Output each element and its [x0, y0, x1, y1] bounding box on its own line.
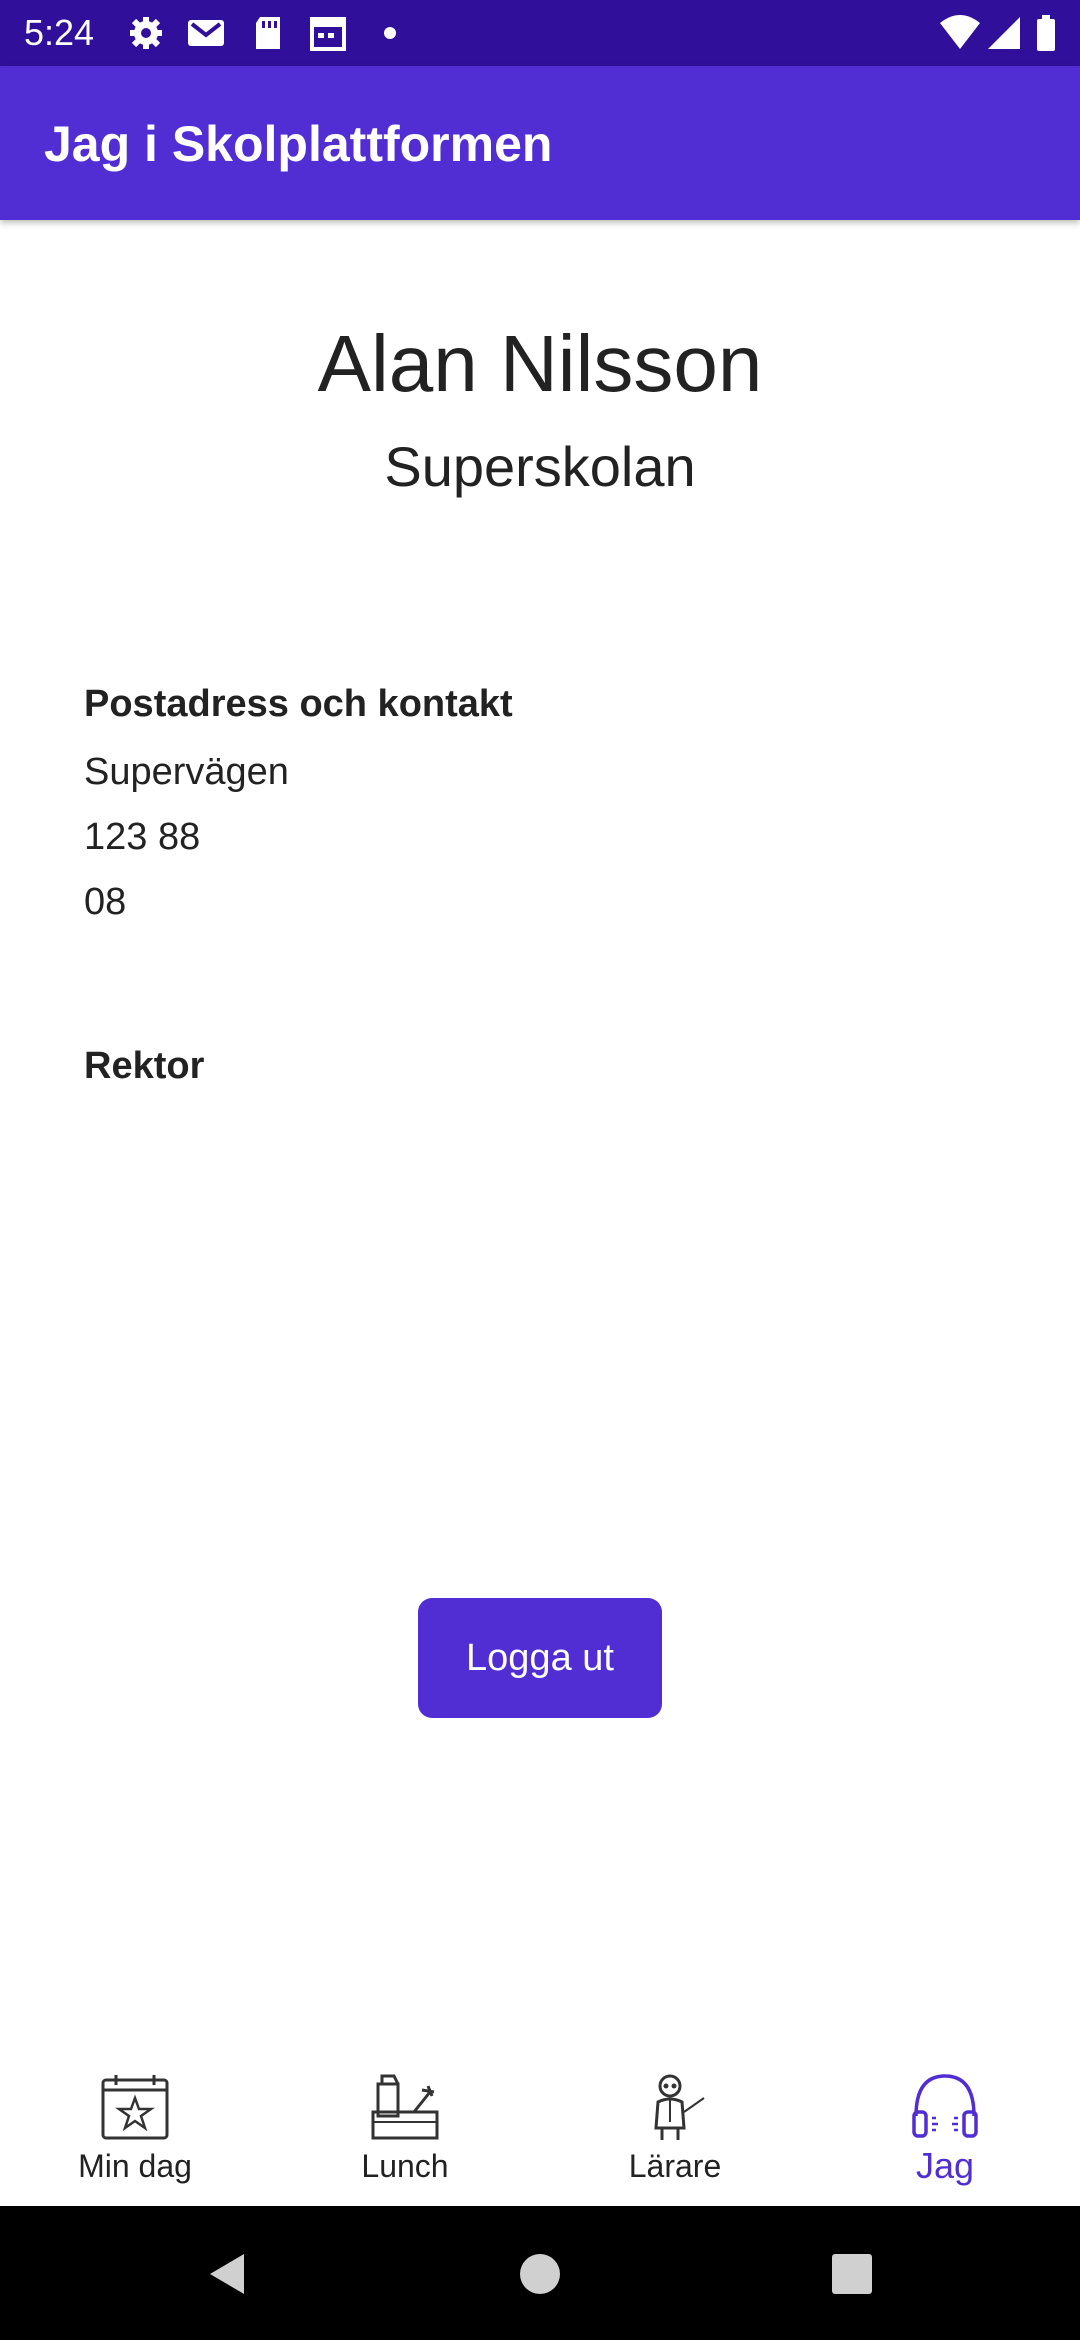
- address-postal-code: 123 88: [84, 816, 201, 858]
- nav-item-larare[interactable]: Lärare: [540, 2050, 810, 2206]
- system-navigation-bar: [0, 2206, 1080, 2340]
- dot-icon: [384, 27, 396, 39]
- contact-heading: Postadress och kontakt: [84, 683, 513, 725]
- nav-label-larare: Lärare: [628, 2148, 722, 2184]
- gmail-icon: [188, 20, 224, 46]
- user-name: Alan Nilsson: [317, 319, 763, 408]
- principal-heading: Rektor: [84, 1045, 205, 1087]
- teacher-icon: [654, 2074, 705, 2140]
- home-icon[interactable]: [516, 2250, 564, 2298]
- headphones-icon: [912, 2074, 978, 2138]
- back-icon[interactable]: [204, 2250, 252, 2298]
- phone-number: 08: [84, 881, 127, 923]
- page-title: Jag i Skolplattformen: [44, 116, 553, 172]
- nav-item-jag[interactable]: Jag: [810, 2050, 1080, 2206]
- nav-item-min-dag[interactable]: Min dag: [0, 2050, 270, 2206]
- nav-label-jag: Jag: [915, 2145, 975, 2186]
- calendar-icon: [310, 17, 346, 51]
- status-time: 5:24: [24, 12, 95, 53]
- settings-icon: [130, 17, 162, 49]
- wifi-icon: [940, 15, 980, 49]
- bottom-navigation: Min dag Lunch Lärare Jag: [0, 2050, 1080, 2206]
- recents-icon[interactable]: [828, 2250, 876, 2298]
- lunch-icon: [371, 2074, 439, 2140]
- school-name: Superskolan: [384, 435, 696, 498]
- calendar-star-icon: [101, 2075, 169, 2140]
- app-bar: Jag i Skolplattformen: [0, 66, 1080, 220]
- nav-item-lunch[interactable]: Lunch: [270, 2050, 540, 2206]
- battery-icon: [1037, 15, 1055, 51]
- nav-label-min-dag: Min dag: [78, 2148, 192, 2184]
- nav-label-lunch: Lunch: [361, 2148, 449, 2184]
- address-street: Supervägen: [84, 751, 289, 793]
- status-bar: 5:24: [0, 0, 1080, 66]
- signal-icon: [988, 17, 1020, 49]
- logout-button[interactable]: Logga ut: [418, 1598, 662, 1718]
- sd-card-icon: [256, 17, 280, 49]
